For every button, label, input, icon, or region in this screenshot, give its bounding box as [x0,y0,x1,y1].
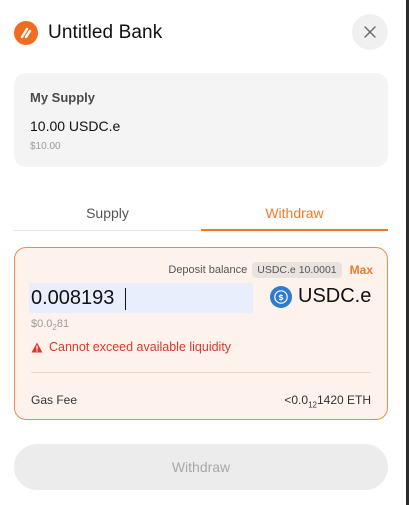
action-tabs: Supply Withdraw [14,195,388,231]
supply-usd-value: $10.00 [30,141,61,152]
amount-usd-value: $0.0281 [31,318,69,332]
close-icon [364,26,376,38]
warning-icon [31,342,43,352]
withdraw-submit-button[interactable]: Withdraw [14,444,388,490]
deposit-balance-value: USDC.e 10.0001 [252,262,342,278]
text-caret [125,288,126,310]
app-title: Untitled Bank [48,22,163,43]
header: Untitled Bank [14,20,162,46]
amount-input[interactable] [29,283,253,313]
usd-suffix: 81 [56,318,70,330]
divider [31,372,371,373]
error-message: Cannot exceed available liquidity [31,340,231,354]
supply-amount: 10.00 USDC.e [30,118,121,134]
gas-fee-value: <0.0121420 ETH [284,393,371,409]
max-button[interactable]: Max [350,263,373,277]
error-text: Cannot exceed available liquidity [49,340,232,354]
bank-logo-icon [14,21,38,45]
supply-label: My Supply [30,90,96,105]
withdraw-card: Deposit balance USDC.e 10.0001 Max $ USD… [14,247,388,420]
gas-suffix: 1420 ETH [316,393,371,407]
tab-withdraw[interactable]: Withdraw [201,195,388,231]
close-button[interactable] [352,14,388,50]
my-supply-card: My Supply 10.00 USDC.e $10.00 [14,73,388,167]
token-name: USDC.e [298,285,372,307]
gas-fee-label: Gas Fee [31,393,78,407]
token-selector: $ USDC.e [270,285,371,308]
tab-supply[interactable]: Supply [14,195,201,231]
gas-zero-count: 12 [308,400,317,410]
gas-prefix: <0.0 [284,393,309,407]
deposit-balance-label: Deposit balance [168,264,248,276]
usd-prefix: $0.0 [31,318,53,330]
svg-text:$: $ [278,293,284,302]
deposit-balance-row: Deposit balance USDC.e 10.0001 Max [168,262,373,278]
usdc-token-icon: $ [270,285,292,308]
